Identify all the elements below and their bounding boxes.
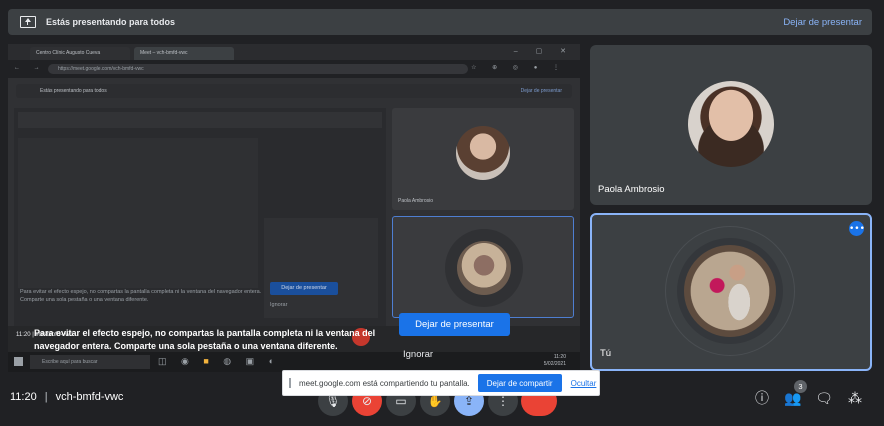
share-message: meet.google.com está compartiendo tu pan… bbox=[299, 378, 470, 388]
meeting-code: vch-bmfd-vwc bbox=[55, 391, 124, 403]
mirrored-warning-text: Para evitar el efecto espejo, no compart… bbox=[20, 289, 262, 304]
more-options-icon[interactable]: ••• bbox=[849, 221, 865, 236]
participant-tile-self[interactable]: ••• Tú bbox=[590, 213, 872, 371]
screen-share-toast: meet.google.com está compartiendo tu pan… bbox=[282, 370, 600, 396]
mirrored-sub-bar bbox=[18, 112, 382, 128]
hide-link[interactable]: Ocultar bbox=[571, 379, 597, 388]
mirrored-presenting-banner: Estás presentando para todos Dejar de pr… bbox=[16, 84, 572, 98]
windows-start-icon bbox=[14, 357, 23, 366]
meeting-info: 11:20 | vch-bmfd-vwc bbox=[10, 391, 123, 403]
mirrored-banner-stop: Dejar de presentar bbox=[520, 88, 562, 94]
separator: | bbox=[44, 391, 48, 403]
meet-window: Estás presentando para todos Dejar de pr… bbox=[0, 0, 884, 426]
stop-sharing-button[interactable]: Dejar de compartir bbox=[477, 374, 562, 392]
people-count-badge: 3 bbox=[794, 380, 807, 393]
mirrored-tab: Centro Clínic Augusto Cueva bbox=[30, 47, 130, 60]
mirrored-taskbar-date: 5/02/2021 bbox=[543, 360, 566, 367]
mirrored-taskbar: Escribe aquí para buscar ◫ ◉ ■ ◍ ▣ ◐ 11:… bbox=[8, 352, 580, 372]
mirrored-browser-chrome: Centro Clínic Augusto Cueva Meet – vch-b… bbox=[8, 44, 580, 78]
participant-name: Tú bbox=[600, 348, 612, 359]
mirrored-tab-strip: Centro Clínic Augusto Cueva Meet – vch-b… bbox=[8, 44, 580, 60]
stop-presenting-link[interactable]: Dejar de presentar bbox=[783, 17, 862, 28]
avatar bbox=[684, 245, 776, 337]
mirrored-tile-paola: Paola Ambrosio bbox=[392, 108, 574, 210]
mirrored-taskbar-clock: 11:20 5/02/2021 bbox=[544, 354, 566, 367]
participant-tile-paola[interactable]: Paola Ambrosio bbox=[590, 45, 872, 205]
avatar bbox=[688, 81, 774, 167]
stop-presenting-button[interactable]: Dejar de presentar bbox=[399, 313, 510, 336]
mirrored-tile-name: Paola Ambrosio bbox=[398, 198, 434, 204]
activities-icon[interactable]: ⁂ bbox=[844, 388, 866, 410]
presenting-banner-title: Estás presentando para todos bbox=[46, 17, 176, 27]
meeting-time: 11:20 bbox=[10, 391, 37, 403]
mirrored-address-bar: https://meet.google.com/vch-bmfd-vwc bbox=[48, 64, 468, 74]
participant-name: Paola Ambrosio bbox=[598, 184, 665, 195]
mirrored-tile-self bbox=[392, 216, 574, 318]
chat-icon[interactable]: 🗨 bbox=[813, 388, 835, 410]
present-to-all-icon bbox=[20, 16, 36, 28]
mirror-warning-text: Para evitar el efecto espejo, no compart… bbox=[34, 328, 376, 352]
mirrored-avatar bbox=[457, 241, 511, 295]
mirrored-tab: Meet – vch-bmfd-vwc bbox=[134, 47, 234, 60]
ignore-button[interactable]: Ignorar bbox=[403, 349, 433, 360]
mirrored-ignore: Ignorar bbox=[270, 302, 288, 308]
mirrored-extension-icons: ☆ ⊕ ◎ ● ⋮ bbox=[471, 65, 566, 71]
mirrored-content bbox=[18, 138, 258, 288]
info-icon[interactable]: ⓘ bbox=[751, 388, 773, 410]
mirrored-banner-title: Estás presentando para todos bbox=[40, 88, 107, 94]
mirrored-stop-button: Dejar de presentar bbox=[270, 282, 338, 295]
mirrored-avatar bbox=[456, 126, 510, 180]
mirrored-avatar-ring bbox=[445, 229, 523, 307]
drag-handle-icon[interactable] bbox=[289, 378, 291, 388]
mirrored-window-controls: – ▢ ✕ bbox=[513, 48, 574, 55]
mirrored-taskbar-search: Escribe aquí para buscar bbox=[30, 355, 150, 369]
presenting-banner: Estás presentando para todos Dejar de pr… bbox=[8, 9, 872, 35]
mirrored-taskbar-apps: ◫ ◉ ■ ◍ ▣ ◐ bbox=[158, 356, 281, 366]
